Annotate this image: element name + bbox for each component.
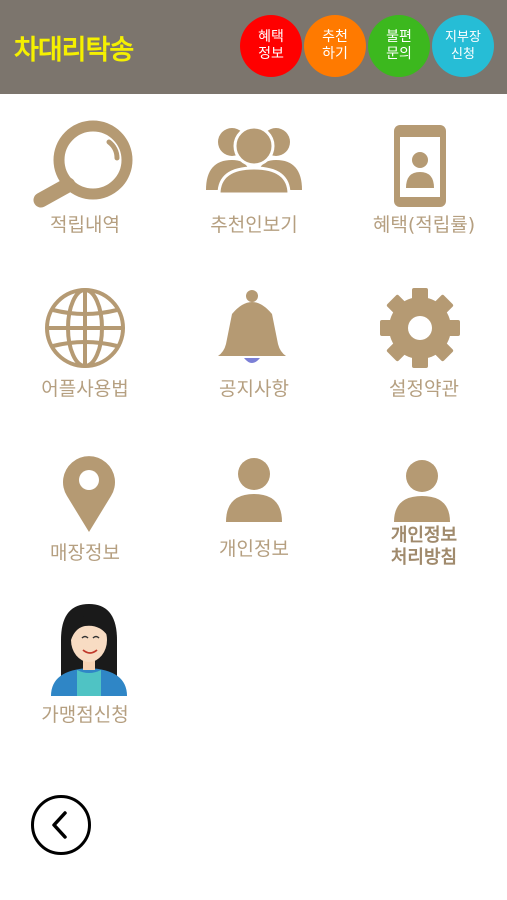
- menu-item-label: 개인정보: [219, 538, 289, 560]
- menu-item-earning-history[interactable]: 적립내역: [5, 110, 165, 250]
- recommend-button[interactable]: 추천 하기: [304, 15, 366, 77]
- menu-item-label: 설정약관: [389, 378, 459, 400]
- menu-item-label: 어플사용법: [41, 378, 129, 400]
- chevron-left-icon: [52, 811, 67, 839]
- menu-item-personal-info[interactable]: 개인정보: [174, 450, 334, 580]
- menu-item-store-info[interactable]: 매장정보: [5, 450, 165, 580]
- menu-item-app-guide[interactable]: 어플사용법: [5, 280, 165, 410]
- menu-item-privacy-policy[interactable]: 개인정보 처리방침: [344, 450, 504, 580]
- app-title: 차대리탁송: [14, 35, 134, 66]
- menu-item-franchise-apply[interactable]: 가맹점신청: [5, 600, 165, 740]
- menu-item-settings-terms[interactable]: 설정약관: [344, 280, 504, 410]
- menu-item-label: 개인정보 처리방침: [390, 525, 458, 568]
- person-icon: [226, 458, 282, 522]
- menu-item-label: 가맹점신청: [41, 704, 129, 726]
- menu-item-referrals[interactable]: 추천인보기: [174, 110, 334, 250]
- phone-icon: [394, 125, 446, 207]
- back-button[interactable]: [31, 795, 91, 855]
- benefit-info-button[interactable]: 혜택 정보: [240, 15, 302, 77]
- menu-item-label: 적립내역: [50, 214, 120, 236]
- menu-item-label: 공지사항: [219, 378, 289, 400]
- menu-item-label: 혜택(적립률): [372, 214, 476, 236]
- bell-icon: [218, 290, 286, 363]
- branch-manager-apply-button[interactable]: 지부장 신청: [432, 15, 494, 77]
- search-icon: [33, 120, 133, 208]
- gear-icon: [380, 288, 460, 368]
- group-icon: [206, 125, 302, 196]
- menu-item-benefit-rate[interactable]: 혜택(적립률): [344, 110, 504, 250]
- menu-item-label: 매장정보: [50, 542, 120, 564]
- header-bar: 차대리탁송 혜택 정보 추천 하기 불편 문의 지부장 신청: [0, 0, 507, 94]
- location-pin-icon: [63, 456, 116, 532]
- menu-item-label: 추천인보기: [210, 214, 298, 236]
- menu-item-notice[interactable]: 공지사항: [174, 280, 334, 410]
- woman-avatar-icon: [51, 604, 127, 696]
- complaint-inquiry-button[interactable]: 불편 문의: [368, 15, 430, 77]
- globe-icon: [45, 288, 125, 368]
